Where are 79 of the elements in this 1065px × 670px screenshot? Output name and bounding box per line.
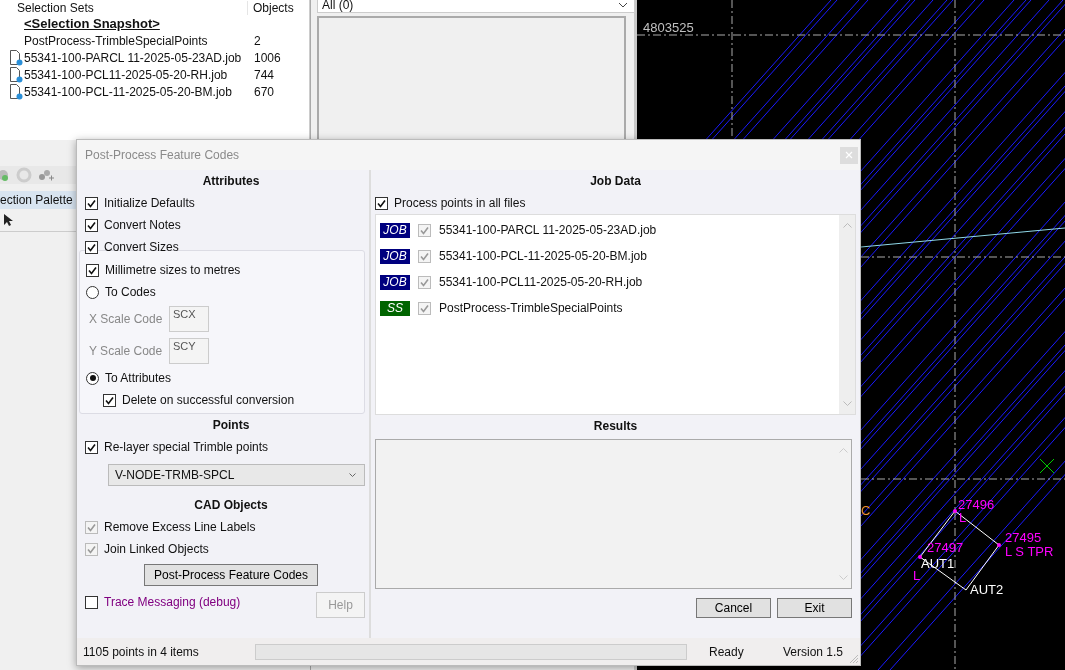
selection-set-name[interactable]: 55341-100-PCL-11-2025-05-20-BM.job bbox=[24, 84, 254, 99]
point-label: L bbox=[913, 568, 921, 583]
section-heading: Points bbox=[211, 417, 251, 434]
field-label: X Scale Code bbox=[88, 312, 164, 326]
point-label: 27496 bbox=[958, 497, 995, 512]
layer-dropdown[interactable]: V-NODE-TRMB-SPCL bbox=[108, 464, 365, 486]
status-text: 1105 points in 4 items bbox=[83, 644, 200, 659]
section-heading: Attributes bbox=[201, 173, 261, 190]
radio-button[interactable] bbox=[86, 371, 99, 385]
file-type-badge: JOB bbox=[380, 274, 410, 290]
close-icon bbox=[845, 151, 853, 159]
file-name: 55341-100-PARCL 11-2025-05-23AD.job bbox=[439, 223, 657, 237]
toolbar-icon[interactable] bbox=[0, 168, 10, 182]
status-text: Ready bbox=[709, 644, 745, 659]
checkbox-label: Delete on successful conversion bbox=[122, 393, 295, 407]
file-type-badge: SS bbox=[380, 300, 410, 316]
chevron-icon bbox=[349, 473, 356, 477]
checkbox-label: Process points in all files bbox=[394, 196, 526, 210]
object-count: 744 bbox=[254, 67, 275, 82]
pointer-icon[interactable] bbox=[3, 213, 13, 227]
checkbox[interactable] bbox=[85, 440, 98, 454]
checkbox[interactable] bbox=[85, 196, 98, 210]
checkbox-label: Join Linked Objects bbox=[104, 542, 209, 556]
point-label: 4803525 bbox=[643, 20, 694, 35]
scroll-up-icon[interactable] bbox=[838, 448, 848, 453]
selection-set-name[interactable]: <Selection Snapshot> bbox=[24, 16, 254, 31]
file-icon bbox=[9, 49, 23, 66]
section-heading: CAD Objects bbox=[193, 497, 269, 514]
column-header[interactable]: Objects bbox=[248, 0, 294, 15]
dialog-button[interactable]: Exit bbox=[777, 598, 852, 618]
checkbox-label: Millimetre sizes to metres bbox=[105, 263, 241, 277]
checkbox-label: Trace Messaging (debug) bbox=[104, 595, 241, 609]
checkbox-label: Remove Excess Line Labels bbox=[104, 520, 256, 534]
window-title: Post-Process Feature Codes bbox=[85, 148, 240, 162]
chevron-icon bbox=[618, 2, 628, 8]
object-count: 670 bbox=[254, 84, 275, 99]
version-text: Version 1.5 bbox=[783, 644, 844, 659]
resize-grip-icon[interactable] bbox=[849, 654, 859, 664]
file-type-badge: JOB bbox=[380, 222, 410, 238]
checkbox[interactable] bbox=[85, 595, 98, 609]
checkbox[interactable] bbox=[85, 218, 98, 232]
selection-set-name[interactable]: PostProcess-TrimbleSpecialPoints bbox=[24, 33, 254, 48]
radio-label: To Codes bbox=[105, 285, 156, 299]
checkbox[interactable] bbox=[375, 196, 388, 210]
file-icon bbox=[9, 83, 23, 100]
scroll-up-icon[interactable] bbox=[842, 223, 852, 228]
file-name: PostProcess-TrimbleSpecialPoints bbox=[439, 301, 623, 315]
section-heading: Results bbox=[592, 418, 639, 435]
toolbar-icon[interactable] bbox=[38, 168, 54, 182]
file-icon bbox=[9, 66, 23, 83]
object-count: 2 bbox=[254, 33, 261, 48]
scroll-down-icon[interactable] bbox=[842, 401, 852, 406]
post-process-button[interactable]: Post-Process Feature Codes bbox=[144, 564, 318, 586]
selection-set-name[interactable]: 55341-100-PARCL 11-2025-05-23AD.job bbox=[24, 50, 254, 65]
point-label: AUT2 bbox=[970, 582, 1004, 597]
file-type-badge: JOB bbox=[380, 248, 410, 264]
checkbox[interactable] bbox=[85, 240, 98, 254]
point-label: 27495 bbox=[1005, 530, 1042, 545]
column-header[interactable]: Selection Sets bbox=[0, 0, 248, 15]
dialog-button[interactable]: Cancel bbox=[696, 598, 771, 618]
radio-label: To Attributes bbox=[105, 371, 172, 385]
file-name: 55341-100-PCL-11-2025-05-20-BM.job bbox=[439, 249, 647, 263]
checkbox-label: Convert Notes bbox=[104, 218, 181, 232]
palette-tab[interactable]: ection Palette bbox=[0, 193, 73, 207]
file-name: 55341-100-PCL11-2025-05-20-RH.job bbox=[439, 275, 643, 289]
checkbox-label: Initialize Defaults bbox=[104, 196, 195, 210]
filter-dropdown[interactable]: All (0) bbox=[317, 0, 635, 13]
radio-button[interactable] bbox=[86, 285, 99, 299]
selection-set-name[interactable]: 55341-100-PCL11-2025-05-20-RH.job bbox=[24, 67, 254, 82]
scroll-down-icon[interactable] bbox=[838, 575, 848, 580]
checkbox-label: Convert Sizes bbox=[104, 240, 179, 254]
checkbox[interactable] bbox=[86, 263, 99, 277]
checkbox-label: Re-layer special Trimble points bbox=[104, 440, 269, 454]
field-label: Y Scale Code bbox=[88, 344, 164, 358]
object-count: 1006 bbox=[254, 50, 281, 65]
point-label: L S TPR bbox=[1005, 544, 1054, 559]
section-heading: Job Data bbox=[589, 173, 642, 190]
checkbox[interactable] bbox=[103, 393, 116, 407]
scrollbar[interactable] bbox=[839, 215, 855, 414]
